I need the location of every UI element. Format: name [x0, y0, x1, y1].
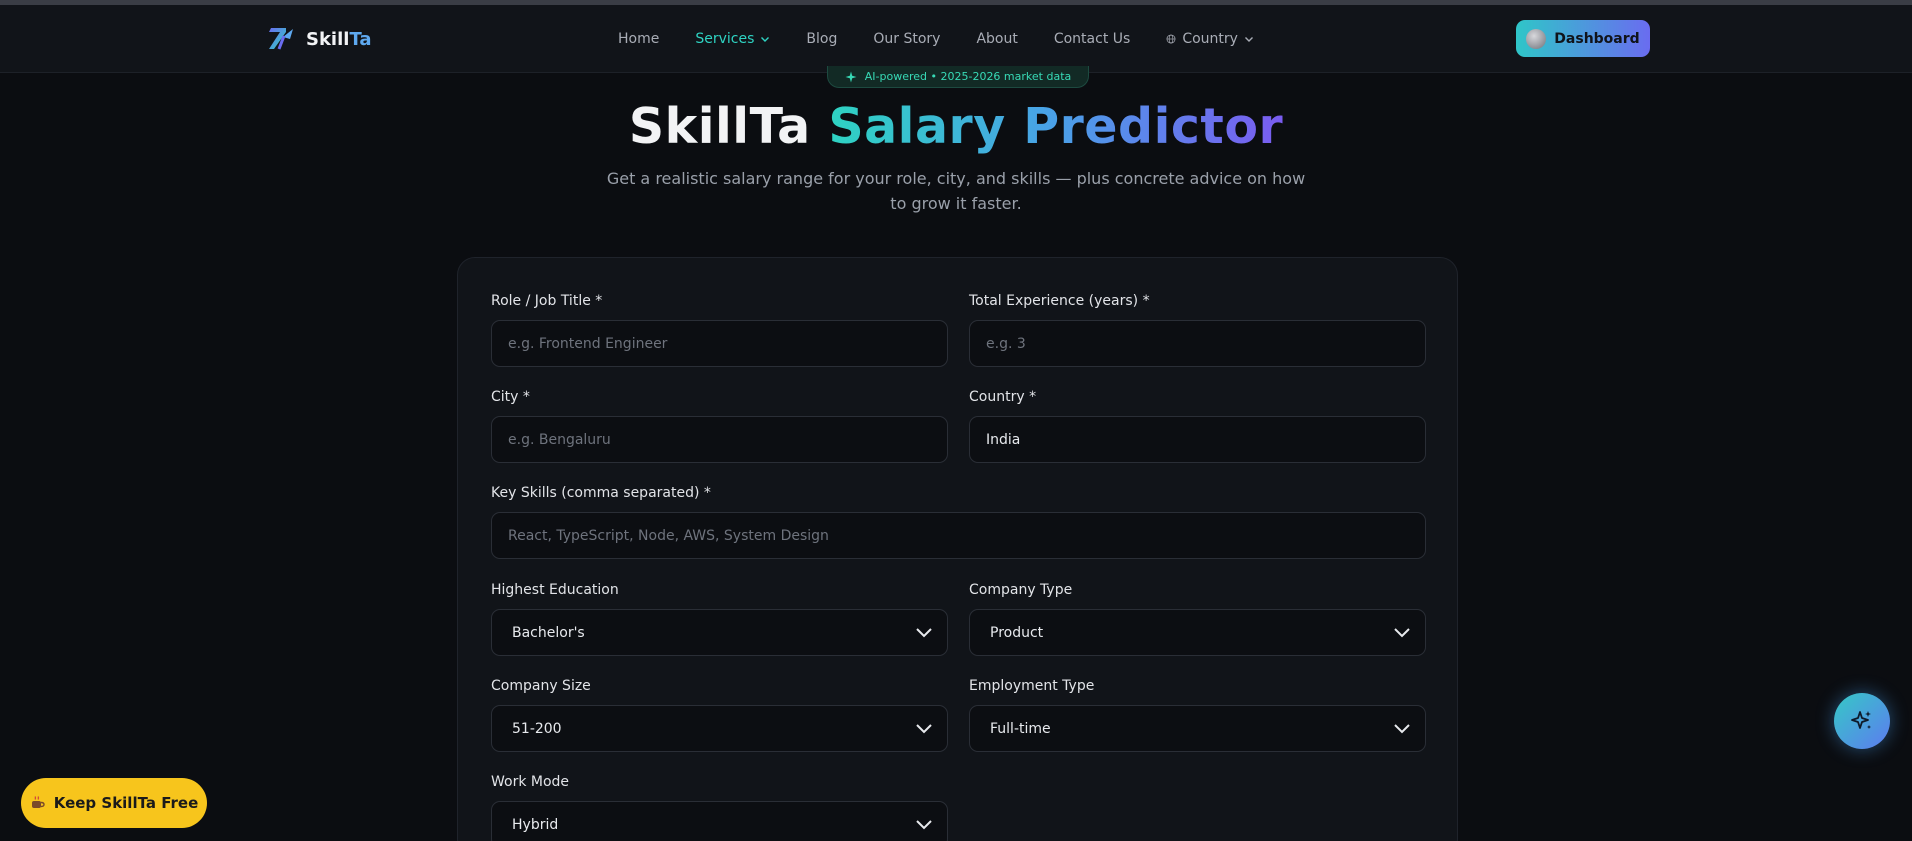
salary-form-card: Role / Job Title * Total Experience (yea…: [457, 257, 1458, 841]
company-type-label: Company Type: [969, 582, 1073, 598]
nav-contact-us[interactable]: Contact Us: [1054, 31, 1130, 47]
city-label: City *: [491, 389, 530, 405]
keep-free-button[interactable]: Keep SkillTa Free: [21, 778, 207, 828]
country-selector-label: Country: [1182, 31, 1238, 47]
dashboard-button[interactable]: Dashboard: [1516, 20, 1650, 57]
nav-our-story[interactable]: Our Story: [873, 31, 940, 47]
chevron-down-icon: [916, 724, 932, 734]
nav-blog[interactable]: Blog: [806, 31, 837, 47]
company-size-label: Company Size: [491, 678, 591, 694]
nav-home[interactable]: Home: [618, 31, 659, 47]
brand-name: SkillTa: [306, 28, 372, 50]
education-select[interactable]: Bachelor's: [491, 609, 948, 656]
skills-label: Key Skills (comma separated) *: [491, 485, 711, 501]
main-nav: Home Services Blog Our Story About Conta…: [618, 31, 1290, 47]
chevron-down-icon: [1394, 628, 1410, 638]
sparkle-icon: [1851, 711, 1871, 729]
country-label: Country *: [969, 389, 1037, 405]
chevron-down-icon: [916, 628, 932, 638]
page-subtitle: Get a realistic salary range for your ro…: [606, 169, 1306, 213]
keep-free-label: Keep SkillTa Free: [53, 794, 199, 812]
country-selector[interactable]: Country: [1166, 31, 1254, 47]
chevron-down-icon: [1394, 724, 1410, 734]
company-size-selected-value: 51-200: [512, 720, 562, 737]
coffee-icon: [31, 796, 45, 808]
nav-about[interactable]: About: [976, 31, 1017, 47]
experience-label: Total Experience (years) *: [969, 293, 1150, 309]
company-size-select[interactable]: 51-200: [491, 705, 948, 752]
nav-services-label: Services: [695, 31, 755, 47]
employment-type-selected-value: Full-time: [990, 720, 1051, 737]
chevron-down-icon: [916, 820, 932, 830]
work-mode-label: Work Mode: [491, 774, 570, 790]
education-selected-value: Bachelor's: [512, 624, 585, 641]
role-label: Role / Job Title *: [491, 293, 603, 309]
avatar: [1526, 28, 1547, 49]
employment-type-select[interactable]: Full-time: [969, 705, 1426, 752]
ai-assistant-button[interactable]: [1834, 693, 1890, 749]
dashboard-button-label: Dashboard: [1554, 30, 1640, 47]
country-input[interactable]: [969, 416, 1426, 463]
sparkle-icon: [845, 71, 857, 82]
skills-input[interactable]: [491, 512, 1426, 559]
ai-badge-text: AI-powered • 2025-2026 market data: [864, 70, 1072, 83]
skillta-logo-icon: [269, 28, 293, 50]
employment-type-label: Employment Type: [969, 678, 1095, 694]
chevron-down-icon: [761, 37, 770, 42]
role-input[interactable]: [491, 320, 948, 367]
brand-logo[interactable]: SkillTa: [266, 25, 372, 53]
company-type-selected-value: Product: [990, 624, 1044, 641]
experience-input[interactable]: [969, 320, 1426, 367]
company-type-select[interactable]: Product: [969, 609, 1426, 656]
work-mode-selected-value: Hybrid: [512, 816, 559, 833]
navbar: SkillTa Home Services Blog Our Story Abo…: [0, 5, 1912, 73]
education-label: Highest Education: [491, 582, 619, 598]
work-mode-select[interactable]: Hybrid: [491, 801, 948, 841]
page-title: SkillTa Salary Predictor: [628, 98, 1284, 155]
ai-badge: AI-powered • 2025-2026 market data: [827, 66, 1089, 88]
city-input[interactable]: [491, 416, 948, 463]
nav-services[interactable]: Services: [695, 31, 770, 47]
chevron-down-icon: [1244, 37, 1253, 42]
globe-icon: [1166, 34, 1176, 44]
